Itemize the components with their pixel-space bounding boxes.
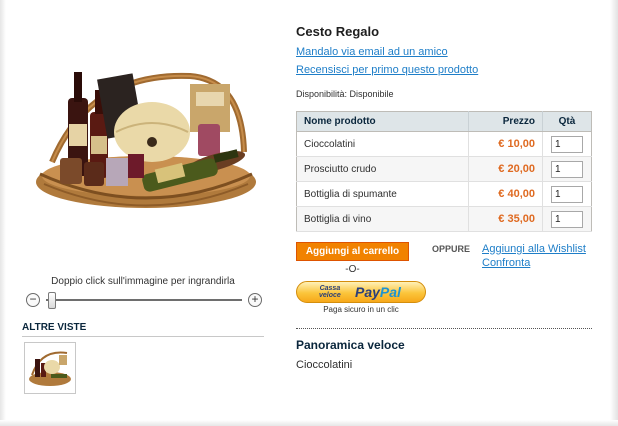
quick-overview-title: Panoramica veloce — [296, 338, 405, 352]
table-row: Cioccolatini € 10,00 — [296, 131, 592, 157]
row-price: € 35,00 — [468, 206, 543, 232]
paypal-express-text: Cassa veloce — [319, 285, 341, 299]
qty-input[interactable] — [551, 135, 583, 153]
add-to-compare-link[interactable]: Confronta — [482, 257, 530, 269]
column-header-qty: Qtà — [542, 111, 592, 132]
row-qty-cell — [542, 156, 592, 182]
paypal-note: Paga sicuro in un clic — [323, 305, 399, 314]
product-main-image[interactable] — [30, 62, 262, 212]
column-header-name: Nome prodotto — [296, 111, 469, 132]
zoom-slider[interactable]: − + — [26, 292, 262, 310]
row-product-name: Bottiglia di spumante — [296, 181, 469, 207]
zoom-track[interactable] — [46, 299, 242, 301]
zoom-handle[interactable] — [48, 292, 56, 309]
write-review-link[interactable]: Recensisci per primo questo prodotto — [296, 64, 478, 76]
table-row: Bottiglia di vino € 35,00 — [296, 206, 592, 232]
row-product-name: Cioccolatini — [296, 131, 469, 157]
zoom-hint-text: Doppio click sull'immagine per ingrandir… — [51, 276, 235, 287]
table-row: Bottiglia di spumante € 40,00 — [296, 181, 592, 207]
qty-input[interactable] — [551, 210, 583, 228]
frame-shadow-left — [0, 0, 6, 426]
paypal-small-line2: veloce — [319, 292, 341, 299]
frame-shadow-bottom — [0, 420, 618, 426]
section-divider — [296, 328, 592, 329]
row-price: € 40,00 — [468, 181, 543, 207]
grouped-products-table: Nome prodotto Prezzo Qtà Cioccolatini € … — [296, 111, 592, 232]
paypal-logo: PayPal — [355, 284, 401, 300]
zoom-out-button[interactable]: − — [26, 293, 40, 307]
row-qty-cell — [542, 206, 592, 232]
row-qty-cell — [542, 181, 592, 207]
row-product-name: Prosciutto crudo — [296, 156, 469, 182]
qty-input[interactable] — [551, 185, 583, 203]
more-views-title: ALTRE VISTE — [22, 322, 264, 337]
table-header-row: Nome prodotto Prezzo Qtà — [296, 111, 592, 132]
or-separator: -O- — [345, 264, 360, 275]
frame-shadow-right — [610, 0, 618, 426]
product-name: Cesto Regalo — [296, 24, 380, 39]
availability-status: Disponibilità: Disponibile — [296, 89, 394, 99]
row-qty-cell — [542, 131, 592, 157]
paypal-logo-pay: Pay — [355, 284, 380, 300]
more-views-thumbnail[interactable] — [24, 342, 76, 394]
thumbnail-image — [29, 351, 71, 386]
paypal-express-button[interactable]: Cassa veloce PayPal — [296, 281, 426, 303]
zoom-in-button[interactable]: + — [248, 293, 262, 307]
quick-overview-text: Cioccolatini — [296, 359, 353, 371]
oppure-label: OPPURE — [432, 244, 471, 254]
column-header-price: Prezzo — [468, 111, 543, 132]
qty-input[interactable] — [551, 160, 583, 178]
paypal-small-line1: Cassa — [319, 285, 341, 292]
add-to-cart-button[interactable]: Aggiungi al carrello — [296, 242, 409, 261]
row-product-name: Bottiglia di vino — [296, 206, 469, 232]
table-row: Prosciutto crudo € 20,00 — [296, 156, 592, 182]
row-price: € 10,00 — [468, 131, 543, 157]
email-to-friend-link[interactable]: Mandalo via email ad un amico — [296, 46, 448, 58]
row-price: € 20,00 — [468, 156, 543, 182]
add-to-wishlist-link[interactable]: Aggiungi alla Wishlist — [482, 243, 586, 255]
paypal-logo-pal: Pal — [379, 284, 401, 300]
